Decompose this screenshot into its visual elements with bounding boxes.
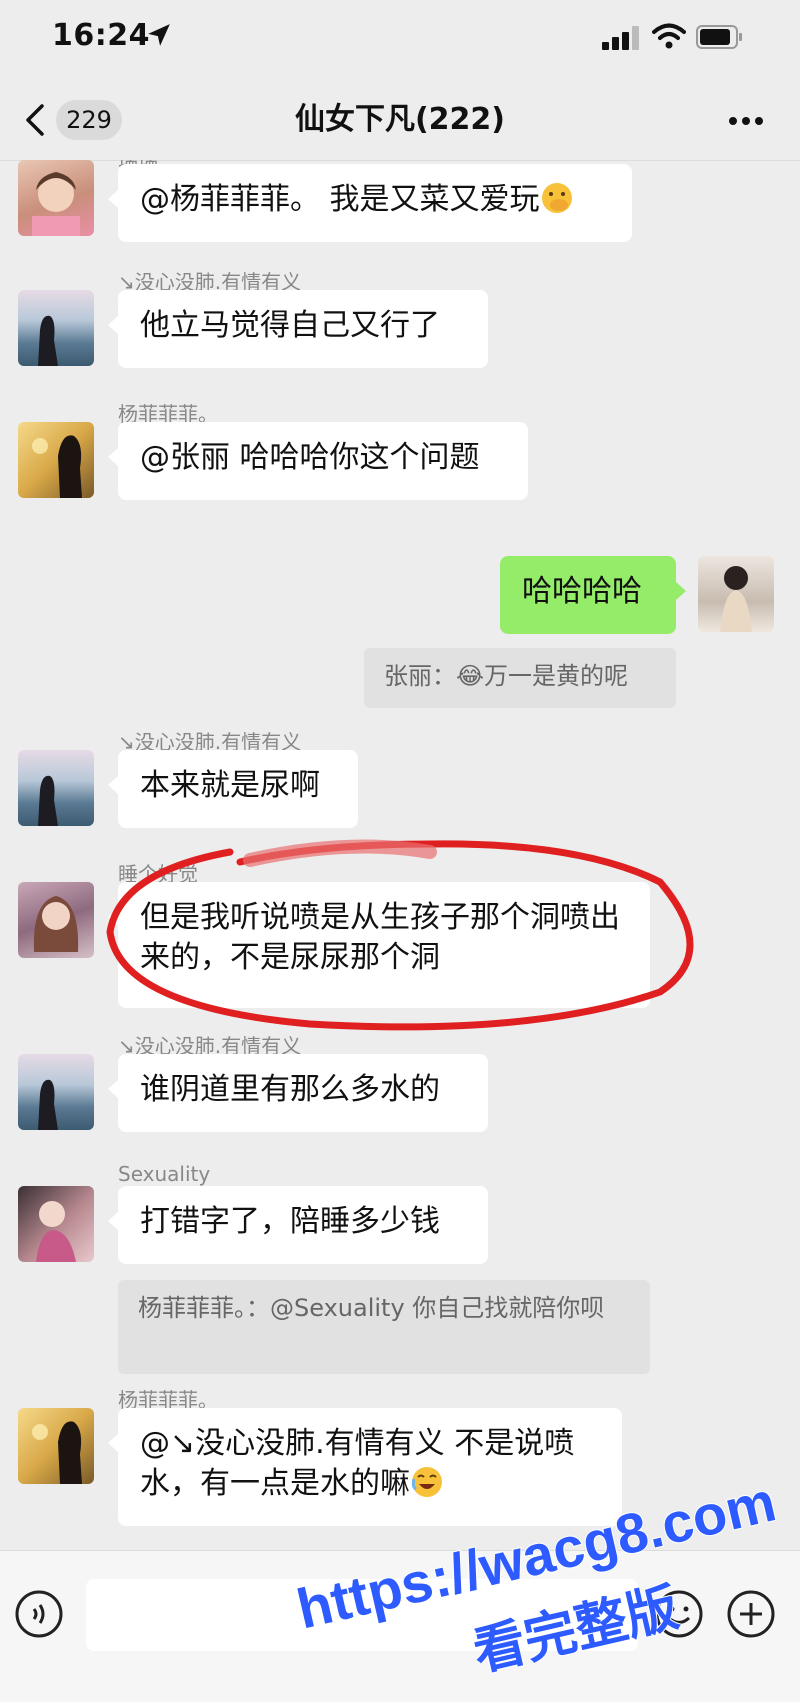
avatar[interactable] bbox=[18, 422, 94, 498]
avatar[interactable] bbox=[18, 750, 94, 826]
avatar[interactable] bbox=[18, 1054, 94, 1130]
self-avatar[interactable] bbox=[698, 556, 774, 632]
status-bar: 16:24 bbox=[0, 0, 800, 80]
more-options-icon[interactable] bbox=[728, 116, 764, 126]
chat-header: 229 仙女下凡(222) bbox=[0, 80, 800, 161]
message-bubble[interactable]: 但是我听说喷是从生孩子那个洞喷出来的，不是尿尿那个洞 bbox=[108, 882, 650, 1008]
message-bubble[interactable]: @杨菲菲菲。 我是又菜又爱玩 bbox=[108, 164, 632, 242]
avatar[interactable] bbox=[18, 1186, 94, 1262]
message-bubble[interactable]: 他立马觉得自己又行了 bbox=[108, 290, 488, 368]
message-text: 但是我听说喷是从生孩子那个洞喷出来的，不是尿尿那个洞 bbox=[140, 900, 620, 975]
location-arrow-icon bbox=[148, 24, 170, 46]
emoji-picker-icon[interactable] bbox=[654, 1589, 704, 1639]
message-input[interactable] bbox=[86, 1579, 638, 1651]
quoted-message[interactable]: 杨菲菲菲。：@Sexuality 你自己找就陪你呗 bbox=[118, 1280, 650, 1374]
message-text: 本来就是尿啊 bbox=[140, 768, 320, 803]
chat-title: 仙女下凡(222) bbox=[294, 102, 506, 137]
avatar[interactable] bbox=[18, 290, 94, 366]
quoted-message[interactable]: 张丽：😂万一是黄的呢 bbox=[364, 648, 676, 708]
message-list[interactable]: 瑞瑞 @杨菲菲菲。 我是又菜又爱玩 ↘没心没肺.有情有义 他立马觉得自己又行了 … bbox=[0, 160, 800, 1550]
message-bubble[interactable]: @张丽 哈哈哈你这个问题 bbox=[108, 422, 528, 500]
message-bubble[interactable]: 本来就是尿啊 bbox=[108, 750, 358, 828]
battery-icon bbox=[696, 25, 742, 49]
message-text: @杨菲菲菲。 我是又菜又爱玩 bbox=[140, 182, 540, 217]
message-bubble-self[interactable]: 哈哈哈哈 bbox=[500, 556, 686, 634]
hand-over-mouth-emoji-icon bbox=[541, 183, 572, 213]
crying-laughing-emoji-icon bbox=[411, 1467, 442, 1497]
wifi-icon bbox=[652, 23, 686, 49]
message-text: 打错字了，陪睡多少钱 bbox=[140, 1204, 440, 1239]
signal-icon bbox=[602, 26, 639, 50]
avatar[interactable] bbox=[18, 1408, 94, 1484]
avatar[interactable] bbox=[18, 882, 94, 958]
message-text: @张丽 哈哈哈你这个问题 bbox=[140, 440, 480, 475]
message-bubble[interactable]: 谁阴道里有那么多水的 bbox=[108, 1054, 488, 1132]
status-time: 16:24 bbox=[52, 18, 150, 53]
message-text: 他立马觉得自己又行了 bbox=[140, 308, 440, 343]
message-bubble[interactable]: 打错字了，陪睡多少钱 bbox=[108, 1186, 488, 1264]
voice-input-icon[interactable] bbox=[14, 1589, 64, 1639]
message-text: @↘没心没肺.有情有义 不是说喷水，有一点是水的嘛 bbox=[140, 1426, 575, 1501]
message-bubble[interactable]: @↘没心没肺.有情有义 不是说喷水，有一点是水的嘛 bbox=[108, 1408, 622, 1526]
message-text: 哈哈哈哈 bbox=[522, 574, 642, 609]
input-bar bbox=[0, 1550, 800, 1702]
sender-name: Sexuality bbox=[118, 1162, 211, 1186]
message-text: 谁阴道里有那么多水的 bbox=[140, 1072, 440, 1107]
avatar[interactable] bbox=[18, 160, 94, 236]
add-attachment-icon[interactable] bbox=[726, 1589, 776, 1639]
